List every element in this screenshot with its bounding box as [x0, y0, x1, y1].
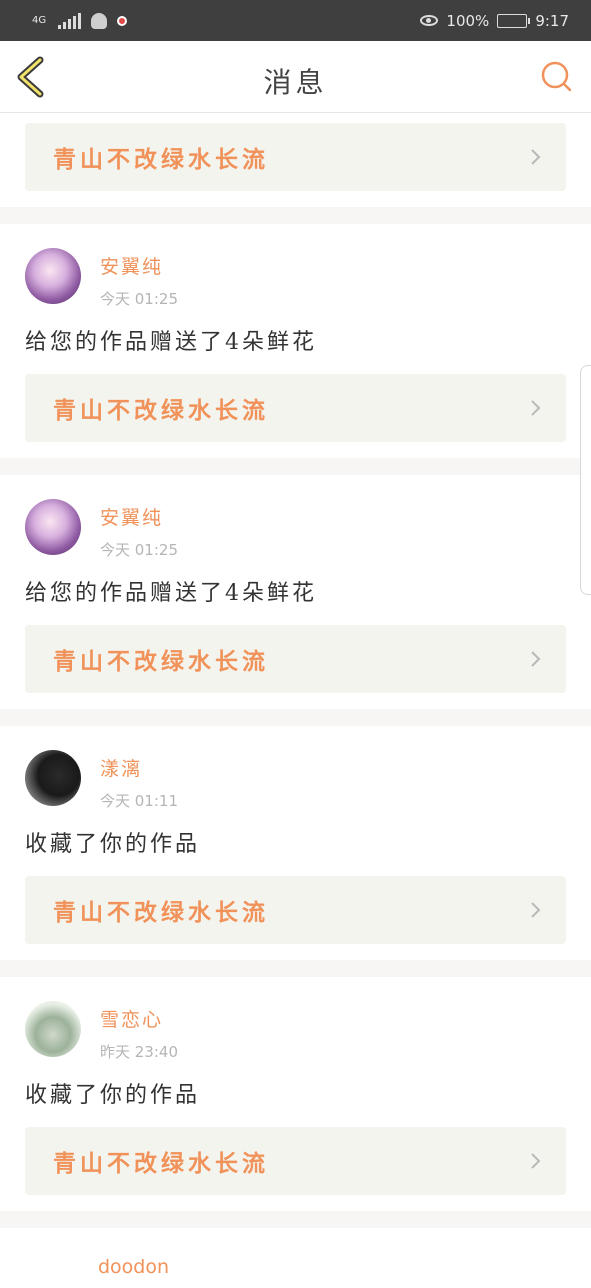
message-item: 安翼纯 今天 01:25 给您的作品赠送了4朵鲜花 青山不改绿水长流 — [0, 475, 591, 709]
divider — [0, 960, 591, 977]
app-header: 消息 — [0, 41, 591, 113]
eye-icon — [420, 15, 439, 26]
scrollbar[interactable] — [580, 365, 591, 595]
work-card[interactable]: 青山不改绿水长流 — [25, 1127, 566, 1195]
chevron-right-icon — [531, 651, 541, 667]
page-title: 消息 — [263, 66, 328, 99]
username[interactable]: 漾漓 — [100, 754, 178, 781]
message-item: 雪恋心 昨天 23:40 收藏了你的作品 青山不改绿水长流 — [0, 977, 591, 1211]
status-bar: 4G 100% 9:17 — [0, 0, 591, 41]
avatar[interactable] — [25, 248, 81, 304]
username[interactable]: doodon — [98, 1256, 169, 1278]
search-icon — [541, 61, 572, 92]
username[interactable]: 安翼纯 — [100, 503, 178, 530]
signal-icon — [58, 12, 82, 29]
qq-icon — [91, 12, 108, 29]
network-label: 4G — [32, 14, 47, 26]
chevron-right-icon — [531, 149, 541, 165]
avatar[interactable] — [25, 1001, 81, 1057]
battery-percent: 100% — [446, 11, 490, 30]
work-card[interactable]: 青山不改绿水长流 — [25, 123, 566, 191]
work-title: 青山不改绿水长流 — [53, 648, 269, 675]
message-item: 青山不改绿水长流 — [0, 113, 591, 207]
work-card[interactable]: 青山不改绿水长流 — [25, 876, 566, 944]
message-text: 给您的作品赠送了4朵鲜花 — [25, 581, 317, 606]
message-text: 给您的作品赠送了4朵鲜花 — [25, 330, 317, 355]
avatar[interactable] — [25, 750, 81, 806]
work-title: 青山不改绿水长流 — [53, 146, 269, 173]
chevron-right-icon — [531, 902, 541, 918]
message-text: 收藏了你的作品 — [25, 832, 201, 857]
divider — [0, 709, 591, 726]
battery-icon — [497, 13, 531, 28]
divider — [0, 207, 591, 224]
divider — [0, 458, 591, 475]
chevron-right-icon — [531, 1153, 541, 1169]
notification-icon — [117, 15, 128, 26]
divider — [0, 1211, 591, 1228]
work-title: 青山不改绿水长流 — [53, 397, 269, 424]
timestamp: 今天 01:25 — [100, 290, 178, 308]
message-item: 安翼纯 今天 01:25 给您的作品赠送了4朵鲜花 青山不改绿水长流 — [0, 224, 591, 458]
avatar[interactable] — [25, 499, 81, 555]
message-item: 漾漓 今天 01:11 收藏了你的作品 青山不改绿水长流 — [0, 726, 591, 960]
message-text: 收藏了你的作品 — [25, 1083, 201, 1108]
timestamp: 今天 01:25 — [100, 541, 178, 559]
clock: 9:17 — [535, 11, 569, 30]
chevron-right-icon — [531, 400, 541, 416]
work-title: 青山不改绿水长流 — [53, 1150, 269, 1177]
username[interactable]: 安翼纯 — [100, 252, 178, 279]
timestamp: 今天 01:11 — [100, 792, 178, 810]
timestamp: 昨天 23:40 — [100, 1043, 178, 1061]
username[interactable]: 雪恋心 — [100, 1005, 178, 1032]
message-feed[interactable]: 青山不改绿水长流 安翼纯 今天 01:25 给您的作品赠送了4朵鲜花 青山不改绿… — [0, 113, 591, 1288]
message-item: doodon — [0, 1228, 591, 1288]
work-card[interactable]: 青山不改绿水长流 — [25, 625, 566, 693]
work-title: 青山不改绿水长流 — [53, 899, 269, 926]
search-button[interactable] — [539, 59, 575, 95]
work-card[interactable]: 青山不改绿水长流 — [25, 374, 566, 442]
